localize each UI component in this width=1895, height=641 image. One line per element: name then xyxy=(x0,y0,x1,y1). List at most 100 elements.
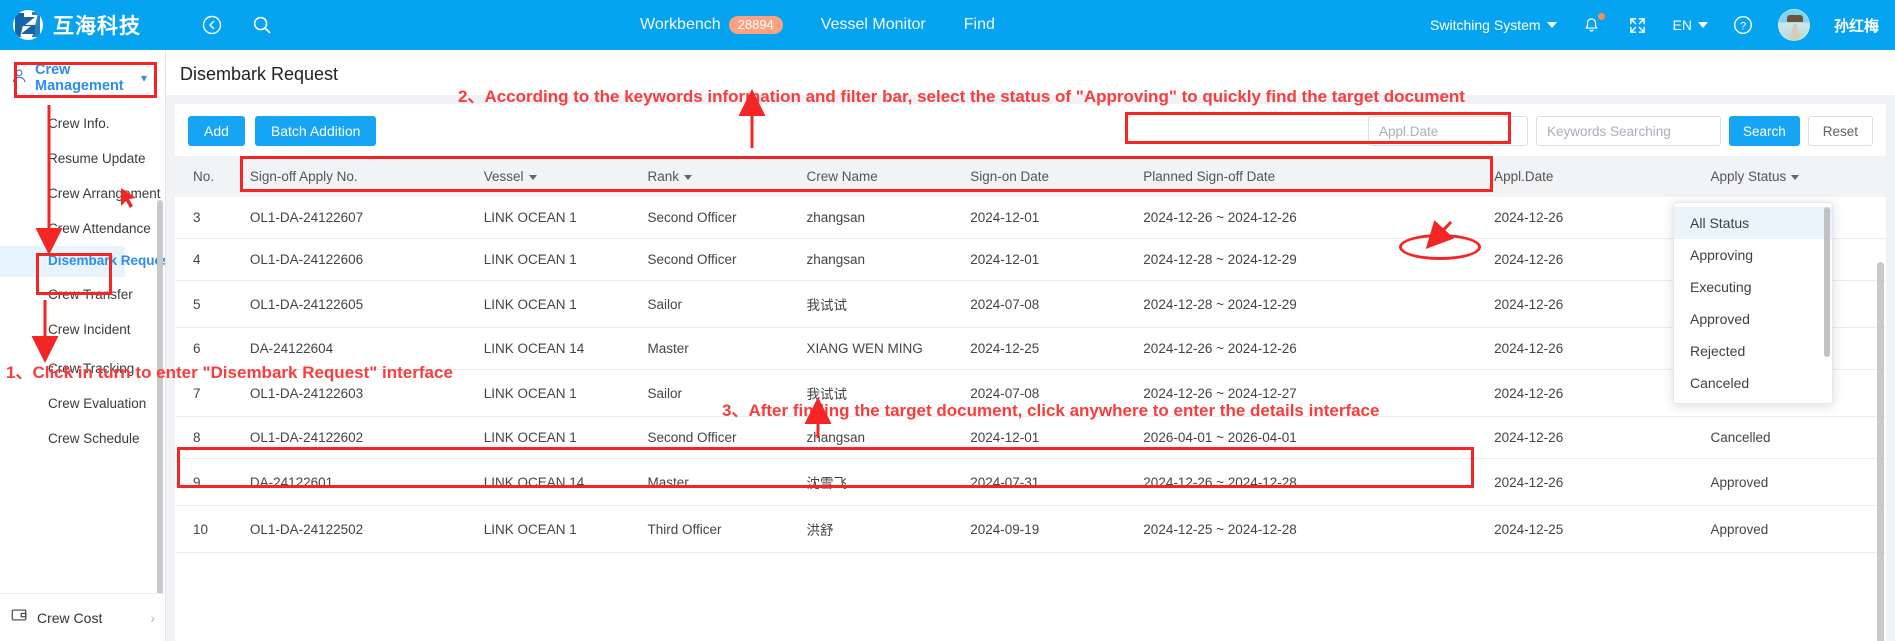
keywords-search-input[interactable] xyxy=(1535,116,1721,146)
nav-find[interactable]: Find xyxy=(964,16,995,34)
fullscreen-icon[interactable] xyxy=(1627,14,1649,36)
toolbar: Add Batch Addition Search Reset xyxy=(175,104,1886,156)
cell-appl-date: 2024-12-25 xyxy=(1494,505,1711,553)
cell-appl-date: 2024-12-26 xyxy=(1494,416,1711,459)
top-right-controls: Switching System EN ? 孙红梅 xyxy=(1430,0,1879,50)
sidebar-group-crew-management[interactable]: Crew Management ▾ xyxy=(0,50,165,106)
reset-button[interactable]: Reset xyxy=(1807,116,1873,146)
help-icon[interactable]: ? xyxy=(1732,14,1754,36)
nav-find-label: Find xyxy=(963,16,995,33)
table-scrollbar[interactable] xyxy=(1877,262,1884,641)
appl-date-input[interactable] xyxy=(1367,116,1528,146)
sidebar-item-crew-transfer[interactable]: Crew Transfer xyxy=(0,277,165,312)
table-row[interactable]: 4 OL1-DA-24122606 LINK OCEAN 1 Second Of… xyxy=(175,238,1886,281)
table-row[interactable]: 5 OL1-DA-24122605 LINK OCEAN 1 Sailor 我试… xyxy=(175,280,1886,328)
cell-apply-no: OL1-DA-24122603 xyxy=(249,369,484,417)
apply-status-dropdown: All Status Approving Executing Approved … xyxy=(1673,202,1833,404)
table-row[interactable]: 7 OL1-DA-24122603 LINK OCEAN 1 Sailor 我试… xyxy=(175,369,1886,417)
sidebar-item-crew-cost[interactable]: Crew Cost › xyxy=(0,593,165,641)
main-content: Disembark Request Add Batch Addition Sea… xyxy=(166,50,1895,641)
cell-planned-sign-off-date: 2026-04-01 ~ 2026-04-01 xyxy=(1143,416,1495,459)
page-title: Disembark Request xyxy=(166,50,1895,95)
dropdown-scrollbar[interactable] xyxy=(1824,207,1830,357)
sidebar-group-label: Crew Management xyxy=(35,62,124,94)
brand-logo[interactable]: 互海科技 xyxy=(0,10,141,40)
column-header-no: No. xyxy=(175,156,250,197)
table-row[interactable]: 6 DA-24122604 LINK OCEAN 14 Master XIANG… xyxy=(175,327,1886,370)
cell-sign-on-date: 2024-12-25 xyxy=(970,327,1144,370)
table-row[interactable]: 10 OL1-DA-24122502 LINK OCEAN 1 Third Of… xyxy=(175,505,1886,553)
column-header-sign-on-date: Sign-on Date xyxy=(970,156,1144,197)
table-row[interactable]: 3 OL1-DA-24122607 LINK OCEAN 1 Second Of… xyxy=(175,197,1886,239)
cell-rank: Second Officer xyxy=(647,238,807,281)
cell-vessel: LINK OCEAN 1 xyxy=(483,197,648,239)
cell-rank: Second Officer xyxy=(647,416,807,459)
cell-no: 7 xyxy=(175,369,250,417)
top-nav-links: Workbench 28894 Vessel Monitor Find xyxy=(640,0,995,50)
chevron-down-icon xyxy=(1697,22,1708,28)
column-header-rank[interactable]: Rank xyxy=(647,156,807,197)
sidebar-scrollbar[interactable] xyxy=(157,200,163,600)
cell-no: 4 xyxy=(175,238,250,281)
table-row[interactable]: 8 OL1-DA-24122602 LINK OCEAN 1 Second Of… xyxy=(175,416,1886,459)
batch-addition-button[interactable]: Batch Addition xyxy=(254,116,377,146)
dropdown-option-approving[interactable]: Approving xyxy=(1674,239,1832,271)
search-button[interactable]: Search xyxy=(1728,116,1800,146)
disembark-request-table: No. Sign-off Apply No. Vessel Rank Crew … xyxy=(175,156,1886,553)
cell-vessel: LINK OCEAN 1 xyxy=(483,505,648,553)
avatar[interactable] xyxy=(1777,9,1810,41)
sidebar-item-crew-attendance[interactable]: Crew Attendance xyxy=(0,211,165,246)
sidebar: Crew Management ▾ Crew Info. Resume Upda… xyxy=(0,50,166,641)
nav-vessel-monitor[interactable]: Vessel Monitor xyxy=(821,16,926,34)
sidebar-item-crew-evaluation[interactable]: Crew Evaluation xyxy=(0,386,165,421)
column-header-apply-status[interactable]: Apply Status xyxy=(1710,156,1886,197)
cell-vessel: LINK OCEAN 1 xyxy=(483,416,648,459)
chevron-right-icon: › xyxy=(150,609,155,626)
sidebar-item-crew-cost-label: Crew Cost xyxy=(37,609,103,626)
cell-rank: Master xyxy=(647,327,807,370)
cell-crew-name: 沈雪飞 xyxy=(806,458,971,506)
notification-bell-icon[interactable] xyxy=(1581,13,1605,36)
back-arrow-icon[interactable] xyxy=(201,14,223,36)
cell-rank: Second Officer xyxy=(647,197,807,239)
top-navigation-bar: 互海科技 Workbench 28894 Vessel Monitor Find… xyxy=(0,0,1895,50)
table-header: No. Sign-off Apply No. Vessel Rank Crew … xyxy=(175,156,1886,197)
cell-planned-sign-off-date: 2024-12-28 ~ 2024-12-29 xyxy=(1143,280,1495,328)
dropdown-option-executing[interactable]: Executing xyxy=(1674,271,1832,303)
sidebar-item-disembark-request[interactable]: Disembark Request xyxy=(0,246,165,277)
cell-apply-status: Approved xyxy=(1710,458,1886,506)
cell-no: 8 xyxy=(175,416,250,459)
cell-apply-no: OL1-DA-24122605 xyxy=(249,280,484,328)
dropdown-option-canceled[interactable]: Canceled xyxy=(1674,367,1832,399)
sidebar-item-resume-update[interactable]: Resume Update xyxy=(0,141,165,176)
sort-caret-icon xyxy=(528,174,537,180)
chevron-down-icon xyxy=(1546,22,1557,28)
cell-apply-no: OL1-DA-24122607 xyxy=(249,197,484,239)
sidebar-item-crew-info[interactable]: Crew Info. xyxy=(0,106,165,141)
switching-system-button[interactable]: Switching System xyxy=(1430,17,1557,33)
cell-apply-no: OL1-DA-24122602 xyxy=(249,416,484,459)
dropdown-option-rejected[interactable]: Rejected xyxy=(1674,335,1832,367)
cell-planned-sign-off-date: 2024-12-26 ~ 2024-12-26 xyxy=(1143,327,1495,370)
cell-no: 6 xyxy=(175,327,250,370)
sidebar-item-crew-tracking[interactable]: Crew Tracking xyxy=(0,347,165,386)
nav-workbench[interactable]: Workbench 28894 xyxy=(640,16,783,34)
cell-appl-date: 2024-12-26 xyxy=(1494,458,1711,506)
dropdown-option-all-status[interactable]: All Status xyxy=(1674,207,1832,239)
cell-crew-name: zhangsan xyxy=(806,416,971,459)
sidebar-item-crew-incident[interactable]: Crew Incident xyxy=(0,312,165,347)
sidebar-item-crew-arrangement[interactable]: Crew Arrangement xyxy=(0,176,165,211)
cell-apply-no: DA-24122601 xyxy=(249,458,484,506)
language-label: EN xyxy=(1672,17,1692,33)
sidebar-item-crew-schedule[interactable]: Crew Schedule xyxy=(0,421,165,456)
add-button[interactable]: Add xyxy=(188,116,245,146)
language-selector[interactable]: EN xyxy=(1673,17,1708,33)
company-logo-icon xyxy=(13,10,43,40)
table-row[interactable]: 9 DA-24122601 LINK OCEAN 14 Master 沈雪飞 2… xyxy=(175,458,1886,506)
cell-rank: Sailor xyxy=(647,369,807,417)
sort-caret-icon xyxy=(1791,174,1800,180)
column-header-vessel[interactable]: Vessel xyxy=(483,156,648,197)
search-icon[interactable] xyxy=(251,14,273,36)
cell-sign-on-date: 2024-12-01 xyxy=(970,416,1144,459)
dropdown-option-approved[interactable]: Approved xyxy=(1674,303,1832,335)
